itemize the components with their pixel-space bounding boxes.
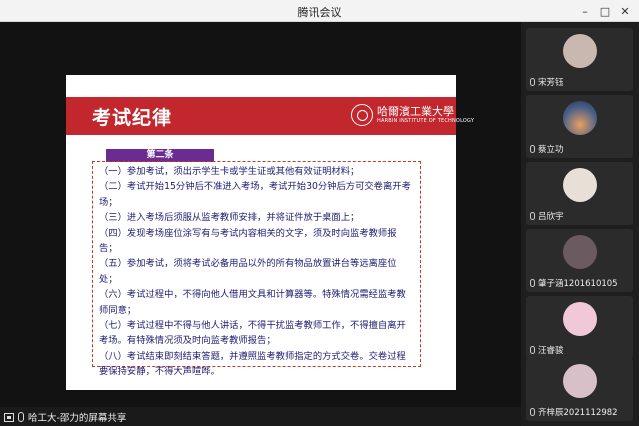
slide-title: 考试纪律 bbox=[92, 107, 173, 129]
meeting-window: 腾讯会议 – □ ✕ 考试纪律 哈爾濱工業大學 HARBIN INSTITUTE… bbox=[0, 0, 639, 426]
rule-item: （三）进入考场后须服从监考教师安排，并将证件放于桌面上； bbox=[99, 212, 360, 224]
microphone-icon bbox=[530, 408, 535, 416]
participant-name: 吕欣宇 bbox=[530, 210, 564, 222]
participant-tile[interactable]: 吕欣宇 bbox=[526, 162, 633, 225]
screen-share-icon bbox=[4, 412, 14, 422]
microphone-icon bbox=[530, 346, 535, 354]
participant-tile[interactable]: 宋芳钰 bbox=[526, 28, 633, 91]
shared-slide: 考试纪律 哈爾濱工業大學 HARBIN INSTITUTE OF TECHNOL… bbox=[66, 75, 474, 390]
participant-name: 蔡立功 bbox=[530, 143, 564, 155]
rules-box: （一）参加考试，须出示学生卡或学生证或其他有效证明材料； （二）考试开始15分钟… bbox=[92, 161, 421, 377]
rule-item: （五）参加考试，须将考试必备用品以外的所有物品放置讲台等远离座位处； bbox=[99, 258, 397, 285]
screen-share-area[interactable]: 考试纪律 哈爾濱工業大學 HARBIN INSTITUTE OF TECHNOL… bbox=[0, 22, 521, 407]
window-title: 腾讯会议 bbox=[297, 6, 342, 19]
rule-item: （二）考试开始15分钟后不准进入考场，考试开始30分钟后方可交卷离开考场； bbox=[99, 181, 411, 208]
participant-name-text: 汪睿骏 bbox=[538, 346, 564, 356]
microphone-icon bbox=[530, 145, 535, 153]
avatar bbox=[563, 34, 597, 68]
participant-name-text: 齐梓辰2021112982 bbox=[538, 408, 618, 418]
participant-tile[interactable]: 齐梓辰2021112982 bbox=[526, 358, 633, 421]
minimize-button[interactable]: – bbox=[577, 3, 593, 19]
share-label: 哈工大-邵力的屏幕共享 bbox=[4, 410, 126, 424]
participant-name: 齐梓辰2021112982 bbox=[530, 406, 618, 418]
microphone-icon bbox=[530, 78, 535, 86]
rule-item: （六）考试过程中，不得向他人借用文具和计算器等。特殊情况需经监考教师同意； bbox=[99, 289, 406, 316]
logo-chinese-name: 哈爾濱工業大學 bbox=[377, 105, 454, 118]
avatar bbox=[563, 101, 597, 135]
maximize-button[interactable]: □ bbox=[597, 3, 613, 19]
microphone-icon bbox=[18, 412, 24, 422]
participant-name-text: 宋芳钰 bbox=[538, 78, 564, 88]
window-controls: – □ ✕ bbox=[577, 3, 633, 19]
close-button[interactable]: ✕ bbox=[617, 3, 633, 19]
avatar bbox=[563, 364, 597, 398]
microphone-icon bbox=[530, 279, 535, 287]
participant-tile[interactable]: 肇子涵1201610105 bbox=[526, 229, 633, 292]
title-bar: 腾讯会议 – □ ✕ bbox=[0, 0, 639, 22]
avatar bbox=[563, 302, 597, 336]
university-logo: 哈爾濱工業大學 HARBIN INSTITUTE OF TECHNOLOGY bbox=[351, 103, 474, 129]
avatar bbox=[563, 168, 597, 202]
participant-name: 汪睿骏 bbox=[530, 344, 564, 356]
avatar bbox=[563, 235, 597, 269]
participant-tile[interactable]: 汪睿骏 bbox=[526, 296, 633, 359]
participant-name-text: 蔡立功 bbox=[538, 145, 564, 155]
logo-english-name: HARBIN INSTITUTE OF TECHNOLOGY bbox=[377, 118, 475, 124]
university-seal-icon bbox=[351, 104, 373, 126]
participant-panel: 宋芳钰 蔡立功 吕欣宇 肇子涵1201610105 汪睿骏 齐梓辰2021112… bbox=[521, 22, 639, 426]
share-status-bar: 哈工大-邵力的屏幕共享 bbox=[0, 407, 521, 426]
rule-item: （八）考试结束即刻结束答题，并遵照监考教师指定的方式交卷。交卷过程要保持安静，不… bbox=[99, 350, 406, 378]
participant-name: 肇子涵1201610105 bbox=[530, 277, 618, 289]
share-label-text: 哈工大-邵力的屏幕共享 bbox=[28, 413, 127, 424]
participant-name: 宋芳钰 bbox=[530, 76, 564, 88]
participant-tile[interactable]: 蔡立功 bbox=[526, 95, 633, 158]
participant-name-text: 吕欣宇 bbox=[538, 212, 564, 222]
rule-item: （一）参加考试，须出示学生卡或学生证或其他有效证明材料； bbox=[99, 166, 360, 177]
rule-item: （七）考试过程中不得与他人讲话，不得干扰监考教师工作，不得擅自离开考场。有特殊情… bbox=[99, 320, 406, 347]
participant-name-text: 肇子涵1201610105 bbox=[538, 279, 618, 289]
slide-header: 考试纪律 哈爾濱工業大學 HARBIN INSTITUTE OF TECHNOL… bbox=[66, 97, 474, 135]
microphone-icon bbox=[530, 212, 535, 220]
rule-item: （四）发现考场座位涂写有与考试内容相关的文字，须及时向监考教师报告； bbox=[99, 227, 397, 255]
